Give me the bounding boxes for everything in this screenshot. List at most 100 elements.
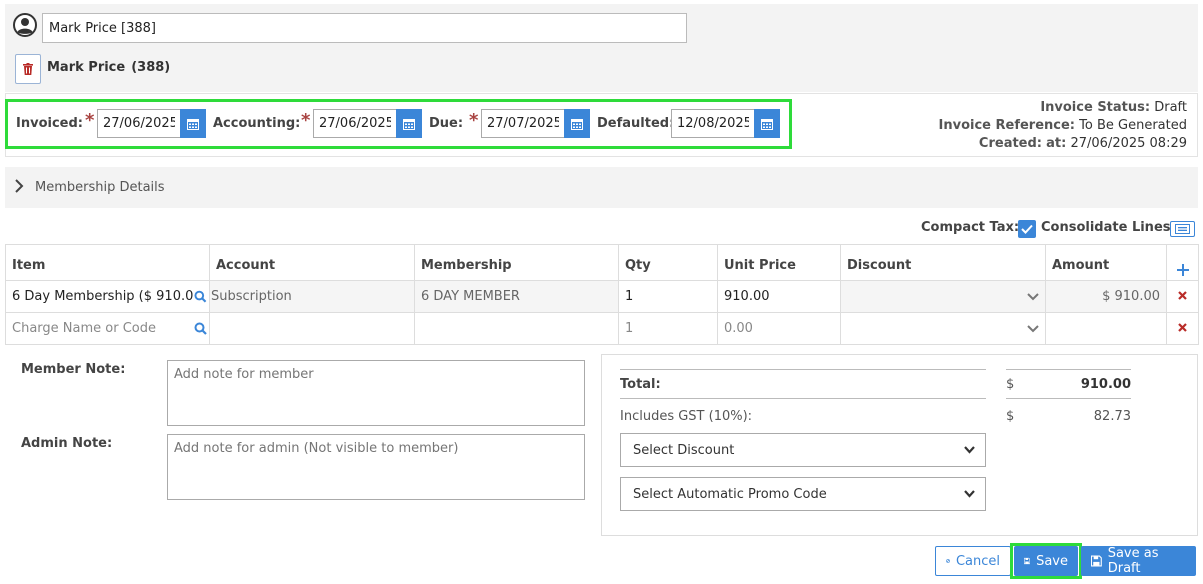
header-discount: Discount xyxy=(840,244,1046,281)
accounting-date-input[interactable] xyxy=(313,109,397,138)
discount-dropdown-value: Select Discount xyxy=(633,442,735,458)
chevron-down-icon xyxy=(964,490,975,498)
user-icon xyxy=(13,13,37,37)
add-line-button[interactable] xyxy=(1166,244,1199,281)
created-at-label: at: xyxy=(1046,136,1067,151)
new-account-cell xyxy=(209,312,415,345)
calendar-icon xyxy=(571,118,583,130)
new-item-cell[interactable]: Charge Name or Code xyxy=(5,312,210,345)
check-icon xyxy=(1021,224,1033,234)
new-amount-cell xyxy=(1045,312,1167,345)
total-value: 910.00 xyxy=(1080,377,1131,392)
header-qty: Qty xyxy=(618,244,718,281)
header-unit-price: Unit Price xyxy=(717,244,841,281)
created-value: 27/06/2025 08:29 xyxy=(1070,136,1187,151)
header-item: Item xyxy=(5,244,210,281)
total-label: Total: xyxy=(620,377,661,392)
membership-value: 6 DAY MEMBER xyxy=(414,280,619,313)
table-row: 6 Day Membership ($ 910.00 Subscription … xyxy=(5,280,1199,313)
calendar-icon xyxy=(187,118,199,130)
save-button[interactable]: Save xyxy=(1014,546,1078,576)
qty-input[interactable]: 1 xyxy=(618,280,718,313)
discount-select[interactable] xyxy=(840,280,1046,313)
promo-code-dropdown[interactable]: Select Automatic Promo Code xyxy=(620,477,986,511)
item-value: 6 Day Membership ($ 910.00 xyxy=(12,289,195,304)
remove-new-line-button[interactable] xyxy=(1166,312,1199,345)
invoiced-date-input[interactable] xyxy=(97,109,181,138)
status-value: Draft xyxy=(1154,100,1187,115)
trash-icon xyxy=(23,63,33,75)
due-calendar-button[interactable] xyxy=(564,109,590,138)
compact-tax-label: Compact Tax: xyxy=(921,220,1020,235)
header-account: Account xyxy=(209,244,415,281)
due-date-input[interactable] xyxy=(481,109,565,138)
save-as-draft-label: Save as Draft xyxy=(1107,546,1159,576)
member-note-label: Member Note: xyxy=(21,362,126,377)
due-label: Due: xyxy=(429,116,464,131)
invoice-status-block: Invoice Status: Draft Invoice Reference:… xyxy=(939,99,1188,153)
search-icon[interactable] xyxy=(194,322,207,335)
plus-icon xyxy=(1176,264,1189,276)
defaulted-date-input[interactable] xyxy=(671,109,755,138)
created-label: Created: xyxy=(978,136,1042,151)
invoiced-label: Invoiced: xyxy=(16,116,83,131)
delete-member-button[interactable] xyxy=(15,54,41,84)
item-cell[interactable]: 6 Day Membership ($ 910.00 xyxy=(5,280,210,313)
table-row: Charge Name or Code 1 0.00 xyxy=(5,312,1199,345)
accounting-label: Accounting: xyxy=(213,116,301,131)
calendar-icon xyxy=(761,118,773,130)
divider xyxy=(620,398,986,399)
amount-value: $ 910.00 xyxy=(1045,280,1167,313)
chevron-down-icon xyxy=(964,446,975,454)
invoice-lines-table: Item Account Membership Qty Unit Price D… xyxy=(5,244,1199,345)
member-id: (388) xyxy=(131,60,171,75)
header-amount: Amount xyxy=(1045,244,1167,281)
cancel-label: Cancel xyxy=(955,553,1000,569)
status-label: Invoice Status: xyxy=(1040,100,1151,115)
save-label: Save xyxy=(1036,553,1068,569)
floppy-icon xyxy=(1024,557,1031,565)
total-currency: $ xyxy=(1006,377,1015,392)
cancel-button[interactable]: Cancel xyxy=(935,546,1011,576)
reference-value: To Be Generated xyxy=(1079,118,1187,133)
divider xyxy=(1006,369,1131,370)
chevron-down-icon xyxy=(1027,292,1039,300)
account-value: Subscription xyxy=(209,280,415,313)
calendar-icon xyxy=(403,118,415,130)
member-search-input[interactable] xyxy=(42,13,687,43)
divider xyxy=(620,369,986,370)
lines-icon xyxy=(1175,224,1190,234)
admin-note-input[interactable] xyxy=(167,434,585,500)
discount-dropdown[interactable]: Select Discount xyxy=(620,433,986,467)
save-as-draft-button[interactable]: Save as Draft xyxy=(1081,546,1196,576)
gst-value: 82.73 xyxy=(1093,409,1131,424)
unit-price-input[interactable]: 910.00 xyxy=(717,280,841,313)
new-membership-cell xyxy=(414,312,619,345)
compact-tax-checkbox[interactable] xyxy=(1018,220,1036,238)
defaulted-calendar-button[interactable] xyxy=(754,109,780,138)
close-icon xyxy=(1178,291,1187,300)
membership-details-toggle[interactable] xyxy=(5,167,1198,208)
admin-note-label: Admin Note: xyxy=(21,436,113,451)
search-icon[interactable] xyxy=(194,290,207,303)
consolidate-lines-label: Consolidate Lines: xyxy=(1041,220,1176,235)
ban-icon xyxy=(946,559,950,563)
required-marker: * xyxy=(301,110,311,131)
new-discount-select[interactable] xyxy=(840,312,1046,345)
accounting-calendar-button[interactable] xyxy=(396,109,422,138)
member-note-input[interactable] xyxy=(167,360,585,426)
member-name: Mark Price (388) xyxy=(47,60,170,75)
reference-label: Invoice Reference: xyxy=(938,118,1076,133)
promo-dropdown-value: Select Automatic Promo Code xyxy=(633,486,827,502)
gst-currency: $ xyxy=(1006,409,1015,424)
remove-line-button[interactable] xyxy=(1166,280,1199,313)
new-unit-price-input[interactable]: 0.00 xyxy=(717,312,841,345)
chevron-right-icon xyxy=(15,179,24,193)
gst-label: Includes GST (10%): xyxy=(620,409,753,424)
consolidate-lines-button[interactable] xyxy=(1170,221,1195,237)
new-qty-input[interactable]: 1 xyxy=(618,312,718,345)
required-marker: * xyxy=(85,110,95,131)
invoiced-calendar-button[interactable] xyxy=(180,109,206,138)
member-name-text: Mark Price xyxy=(47,60,126,75)
new-item-placeholder: Charge Name or Code xyxy=(12,321,156,336)
